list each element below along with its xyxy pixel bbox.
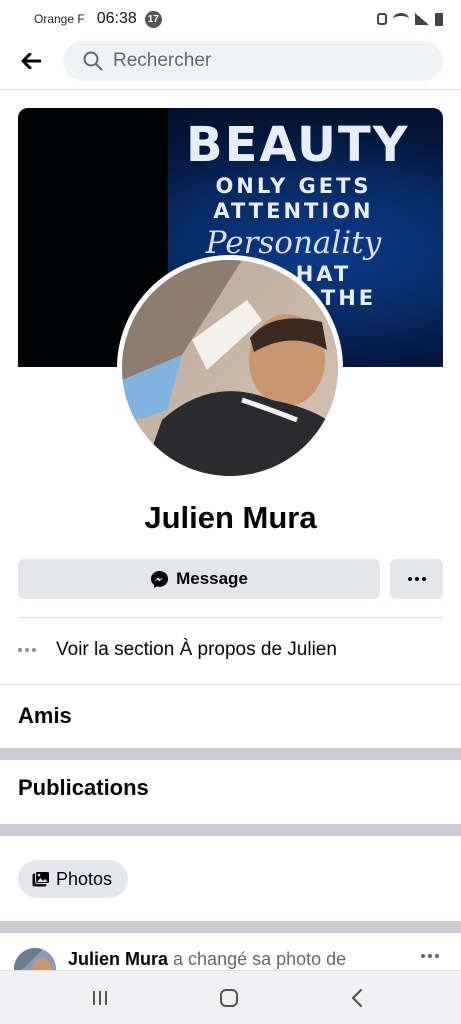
search-input[interactable] <box>113 50 413 72</box>
about-section-label: Voir la section À propos de Julien <box>56 639 337 660</box>
alarm-icon <box>377 13 387 25</box>
message-button-label: Message <box>176 569 248 588</box>
arrow-left-icon <box>21 53 41 69</box>
system-navigation-bar <box>0 970 461 1024</box>
cover-quote-line: ATTENTION <box>213 199 374 223</box>
wifi-icon <box>393 13 409 25</box>
about-section-link[interactable]: Voir la section À propos de Julien <box>18 632 443 668</box>
carrier-name: Orange F <box>34 12 85 26</box>
signal-icon <box>415 13 429 25</box>
status-clock: 06:38 <box>96 10 137 27</box>
photos-icon <box>32 871 50 887</box>
back-button[interactable] <box>14 44 48 78</box>
profile-avatar[interactable] <box>117 255 343 481</box>
divider <box>0 684 461 685</box>
battery-icon <box>435 12 443 26</box>
recent-apps-icon <box>93 991 107 1005</box>
profile-name: Julien Mura <box>144 500 317 535</box>
cover-quote-line: ONLY GETS <box>215 174 372 198</box>
messenger-icon <box>150 570 169 589</box>
more-dots-icon <box>407 577 426 581</box>
search-icon <box>83 51 103 71</box>
post-header-text: Julien Mura a changé sa photo de <box>68 949 346 970</box>
message-button[interactable]: Message <box>18 559 380 599</box>
divider <box>18 617 443 618</box>
posts-section-title[interactable]: Publications <box>18 775 149 801</box>
notification-count-badge: 17 <box>144 10 162 28</box>
chevron-left-icon <box>351 988 363 1008</box>
recent-apps-button[interactable] <box>91 987 109 1009</box>
post-more-options-button[interactable] <box>421 954 439 958</box>
photos-button[interactable]: Photos <box>18 860 128 898</box>
more-dots-icon <box>18 648 36 652</box>
section-separator <box>0 824 461 836</box>
post-author-avatar[interactable] <box>14 948 56 970</box>
status-bar: Orange F 06:38 17 <box>0 0 461 38</box>
status-icons <box>377 12 443 26</box>
section-separator <box>0 921 461 933</box>
home-icon <box>220 989 238 1007</box>
post-author-name[interactable]: Julien Mura <box>68 949 168 969</box>
header-divider <box>0 89 461 90</box>
feed-post: Julien Mura a changé sa photo de <box>0 934 461 970</box>
section-separator <box>0 748 461 760</box>
cover-quote-line: BEAUTY <box>186 117 410 173</box>
search-bar[interactable] <box>63 41 443 81</box>
more-options-button[interactable] <box>390 559 443 599</box>
back-nav-button[interactable] <box>350 987 364 1009</box>
post-action-text: a changé sa photo de <box>168 949 347 969</box>
home-button[interactable] <box>219 987 239 1009</box>
avatar-photo <box>122 260 338 476</box>
friends-section-title[interactable]: Amis <box>18 703 72 729</box>
search-header <box>0 40 461 82</box>
photos-button-label: Photos <box>56 868 113 889</box>
